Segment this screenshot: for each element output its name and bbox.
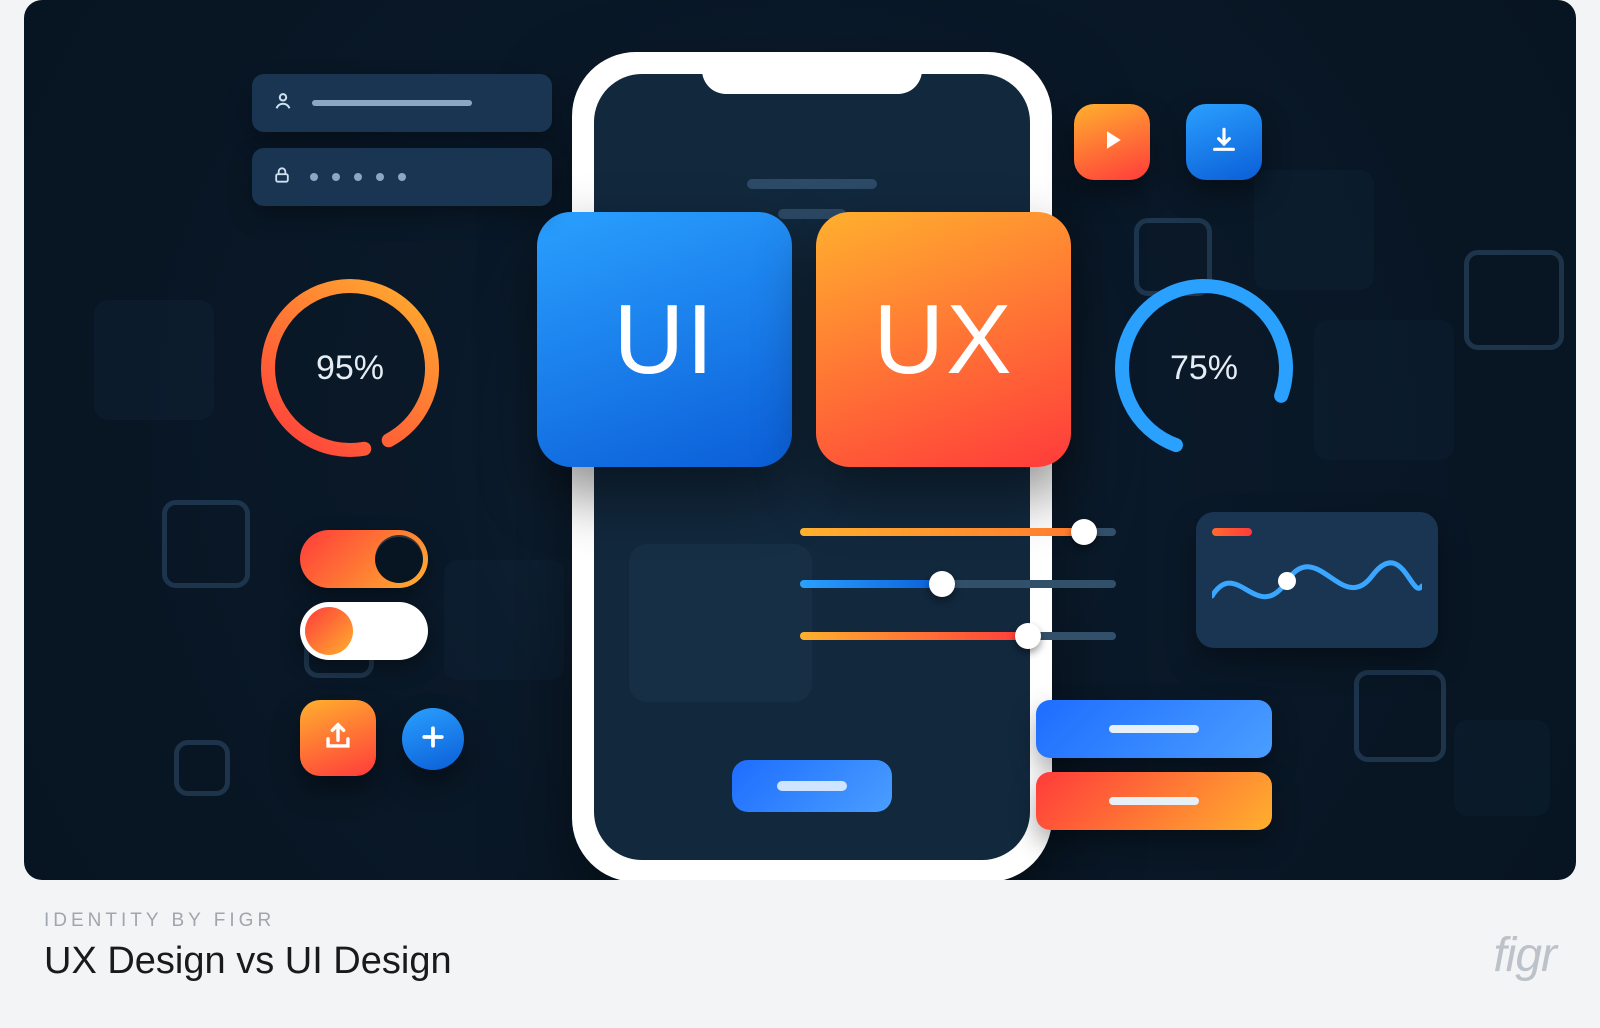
waveform-card — [1196, 512, 1438, 648]
plus-icon — [418, 722, 448, 757]
share-button[interactable] — [300, 700, 376, 776]
toggle-on[interactable] — [300, 530, 428, 588]
deco-square — [94, 300, 214, 420]
deco-square — [1314, 320, 1454, 460]
phone-screen — [594, 74, 1030, 860]
user-icon — [272, 90, 294, 117]
lock-icon — [272, 165, 292, 190]
deco-square — [1354, 670, 1446, 762]
download-button[interactable] — [1186, 104, 1262, 180]
username-field[interactable] — [252, 74, 552, 132]
content-placeholder — [629, 544, 812, 702]
download-icon — [1208, 124, 1240, 161]
wave-icon — [1212, 546, 1422, 626]
progress-right-label: 75% — [1170, 349, 1238, 388]
slider-group — [800, 528, 1116, 640]
deco-square — [1454, 720, 1550, 816]
article-kicker: IDENTITY BY FIGR — [44, 910, 452, 932]
add-button[interactable] — [402, 708, 464, 770]
deco-square — [444, 560, 564, 680]
pill-button-primary[interactable] — [1036, 700, 1272, 758]
deco-square — [174, 740, 230, 796]
placeholder-line — [312, 100, 472, 106]
password-field[interactable] — [252, 148, 552, 206]
slider-3[interactable] — [800, 632, 1116, 640]
card-accent — [1212, 528, 1252, 536]
progress-ring-left: 95% — [250, 268, 450, 468]
primary-button[interactable] — [732, 760, 892, 812]
deco-square — [162, 500, 250, 588]
share-icon — [321, 719, 355, 758]
placeholder-bar — [747, 179, 877, 189]
hero-illustration: UI UX — [24, 0, 1576, 880]
progress-ring-right: 75% — [1104, 268, 1304, 468]
deco-square — [1464, 250, 1564, 350]
toggle-off[interactable] — [300, 602, 428, 660]
play-button[interactable] — [1074, 104, 1150, 180]
article-title: UX Design vs UI Design — [44, 940, 452, 983]
ux-card: UX — [816, 212, 1071, 467]
phone-notch — [702, 52, 922, 94]
pill-button-secondary[interactable] — [1036, 772, 1272, 830]
ux-card-label: UX — [873, 283, 1013, 396]
slider-1[interactable] — [800, 528, 1116, 536]
progress-left-label: 95% — [316, 349, 384, 388]
ui-card: UI — [537, 212, 792, 467]
slider-2[interactable] — [800, 580, 1116, 588]
ui-card-label: UI — [614, 283, 716, 396]
password-dots — [310, 173, 406, 181]
article-footer: IDENTITY BY FIGR UX Design vs UI Design … — [0, 880, 1600, 983]
brand-logo: figr — [1493, 928, 1556, 983]
play-icon — [1097, 125, 1127, 160]
